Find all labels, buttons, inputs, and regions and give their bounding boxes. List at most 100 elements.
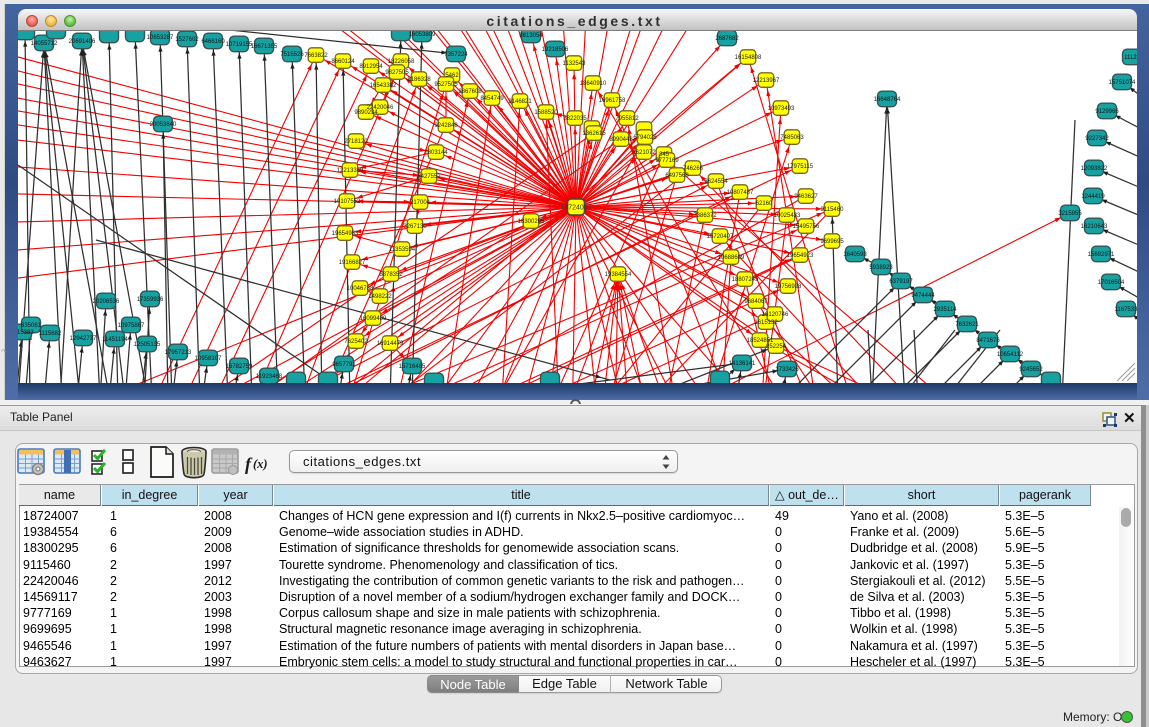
svg-text:835061: 835061 [21,323,42,329]
svg-text:10975867: 10975867 [118,323,145,329]
svg-text:8471676: 8471676 [976,338,1000,344]
svg-text:8186328: 8186328 [407,77,431,83]
svg-text:3267130: 3267130 [403,224,427,230]
svg-text:9463627: 9463627 [794,194,818,200]
svg-text:20206536: 20206536 [93,299,120,305]
svg-text:14055712: 14055712 [31,41,58,47]
svg-text:19756928: 19756928 [775,284,802,290]
svg-text:12213369: 12213369 [337,168,364,174]
svg-text:3915383: 3915383 [18,330,34,336]
svg-text:9146821: 9146821 [508,99,532,105]
svg-text:7955812: 7955812 [615,116,639,122]
svg-text:16671355: 16671355 [251,44,278,50]
svg-text:8990448: 8990448 [609,137,633,143]
svg-text:12505135: 12505135 [134,342,161,348]
svg-text:7485063: 7485063 [780,135,804,141]
svg-text:9474444: 9474444 [911,293,935,299]
svg-text:8912954: 8912954 [359,64,383,70]
svg-text:16053809: 16053809 [409,32,436,38]
svg-text:11123: 11123 [1124,55,1137,61]
svg-text:16154808: 16154808 [735,55,762,61]
svg-text:9227342: 9227342 [1085,136,1109,142]
svg-text:11923468: 11923468 [256,374,283,380]
svg-text:10719155: 10719155 [226,42,253,48]
svg-text:2687682: 2687682 [715,36,739,42]
svg-text:16210643: 16210643 [1081,224,1108,230]
svg-text:16782759: 16782759 [226,364,253,370]
svg-text:9242848: 9242848 [434,123,458,129]
svg-text:1115682: 1115682 [39,331,62,337]
svg-text:8454749: 8454749 [480,96,504,102]
svg-text:10688609: 10688609 [718,255,745,261]
svg-text:62160: 62160 [756,201,773,207]
svg-text:15720407: 15720407 [707,234,734,240]
svg-text:7663822: 7663822 [304,53,328,59]
svg-text:16120746: 16120746 [762,312,789,318]
svg-text:2803144: 2803144 [424,150,448,156]
svg-text:10807487: 10807487 [727,190,754,196]
svg-text:217004: 217004 [410,200,431,206]
svg-text:19654923: 19654923 [787,253,814,259]
svg-text:7632621: 7632621 [955,322,979,328]
svg-text:11353594: 11353594 [389,247,416,253]
svg-text:1167533: 1167533 [1115,307,1137,313]
svg-text:7625402: 7625402 [344,339,368,345]
svg-text:7357224: 7357224 [444,52,468,58]
svg-text:10653287: 10653287 [147,35,174,41]
svg-text:18300295: 18300295 [518,219,545,225]
svg-text:19384554: 19384554 [605,272,632,278]
svg-text:1362615: 1362615 [582,131,606,137]
svg-text:20053840: 20053840 [150,122,177,128]
svg-text:15692971: 15692971 [1088,252,1115,258]
svg-text:18724007: 18724007 [560,204,591,211]
svg-text:1733426: 1733426 [775,367,799,373]
svg-text:9699695: 9699695 [820,239,844,245]
svg-text:22420046: 22420046 [367,105,394,111]
svg-text:1527602: 1527602 [175,37,199,43]
svg-text:16914479: 16914479 [377,341,404,347]
svg-text:17359936: 17359936 [137,297,164,303]
svg-text:2935114: 2935114 [934,307,958,313]
svg-text:6466160: 6466160 [201,39,225,45]
svg-text:(x): (x) [253,457,268,471]
svg-text:17016504: 17016504 [1098,280,1125,286]
svg-text:16648764: 16648764 [874,97,901,103]
svg-text:19218506: 19218506 [542,47,569,53]
svg-text:252254: 252254 [766,344,787,350]
svg-text:15716485: 15716485 [399,364,426,370]
svg-text:1621072: 1621072 [632,150,656,156]
svg-text:8813054: 8813054 [519,33,543,39]
svg-text:6794028: 6794028 [633,135,657,141]
svg-text:17975115: 17975115 [787,164,814,170]
svg-text:16543382: 16543382 [370,83,397,89]
svg-text:15751074: 15751074 [1109,80,1136,86]
svg-text:1132543: 1132543 [563,61,587,67]
svg-text:8822035: 8822035 [563,116,587,122]
svg-text:5462: 5462 [445,73,459,79]
svg-text:7386372: 7386372 [693,213,717,219]
svg-text:20691406: 20691406 [69,39,96,45]
svg-text:9684067: 9684067 [744,299,768,305]
svg-text:17957213: 17957213 [165,350,192,356]
svg-text:8427552: 8427552 [417,174,441,180]
svg-text:5938923: 5938923 [869,265,893,271]
svg-text:16099489: 16099489 [360,316,387,322]
svg-text:18226058: 18226058 [388,59,415,65]
svg-text:9115460: 9115460 [821,207,845,213]
svg-text:f: f [245,454,253,474]
svg-text:1615132: 1615132 [754,320,778,326]
svg-text:1498222: 1498222 [368,294,392,300]
svg-text:10025433: 10025433 [774,213,801,219]
svg-text:8878352: 8878352 [379,272,403,278]
svg-text:7515526: 7515526 [280,52,304,58]
svg-text:15495756: 15495756 [793,224,820,230]
svg-text:9527505: 9527505 [434,82,458,88]
svg-text:18640910: 18640910 [580,81,607,87]
svg-text:3624554: 3624554 [704,179,728,185]
svg-text:9777169: 9777169 [655,158,679,164]
svg-text:16961758: 16961758 [599,98,626,104]
svg-text:746266: 746266 [683,166,704,172]
svg-text:12213967: 12213967 [753,78,780,84]
svg-text:3215955: 3215955 [1058,211,1082,217]
svg-text:1588520: 1588520 [534,110,558,116]
